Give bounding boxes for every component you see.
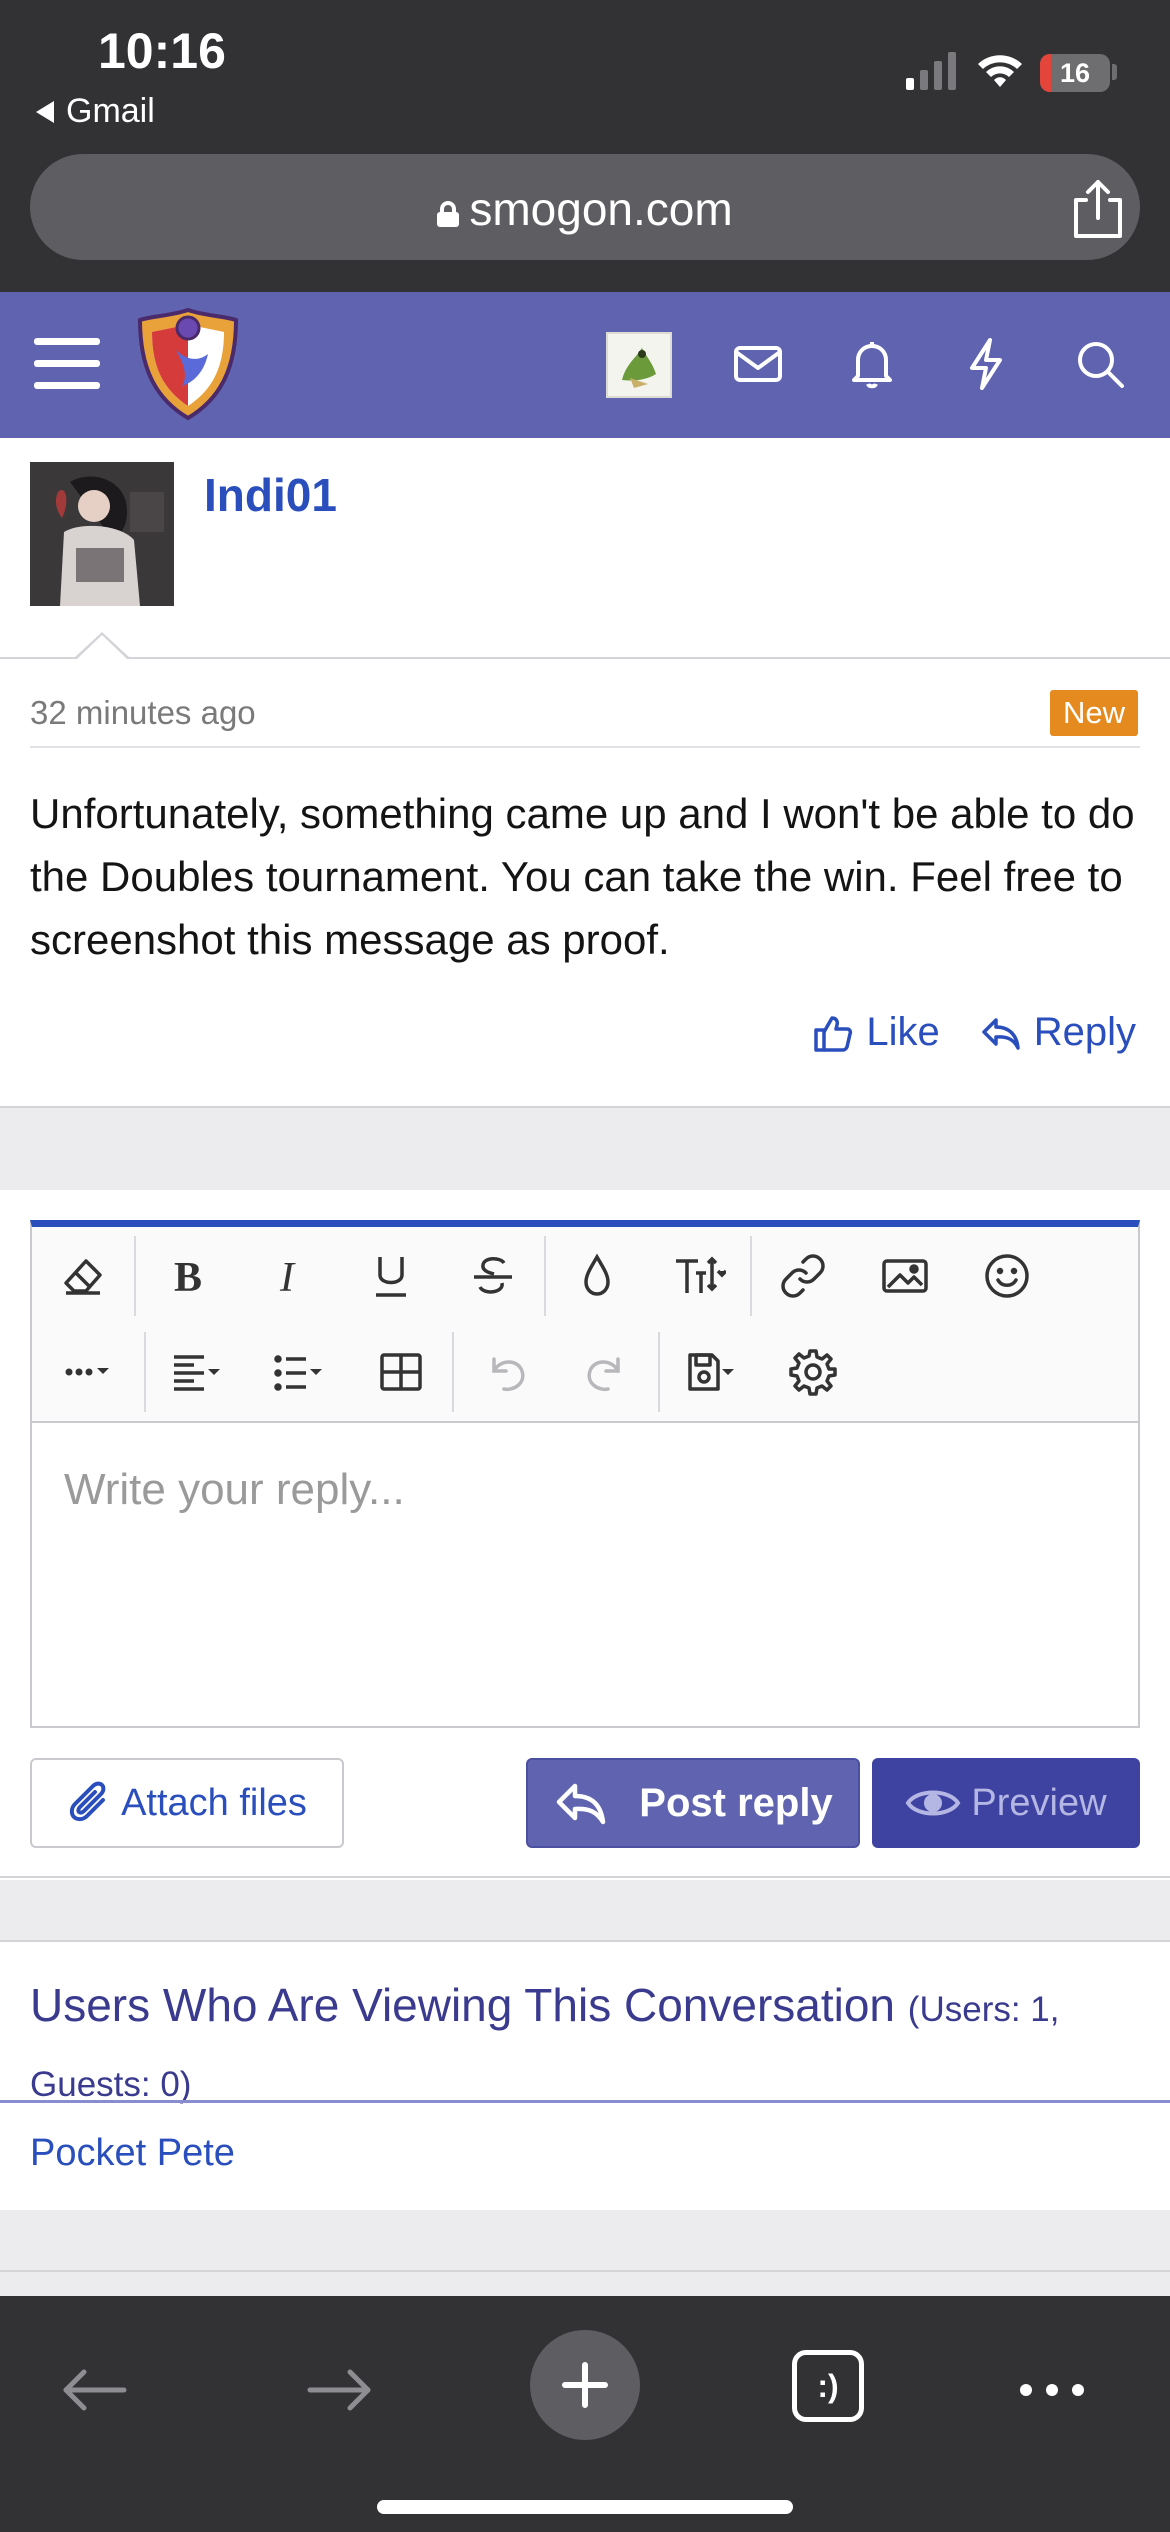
svg-text:B: B [174, 1255, 202, 1301]
toolbar-row-2 [32, 1325, 864, 1419]
hamburger-menu-icon[interactable] [34, 334, 100, 392]
emoji-icon[interactable] [956, 1229, 1058, 1323]
link-icon[interactable] [752, 1229, 854, 1323]
status-bar: 10:16 Gmail 16 [0, 0, 1170, 150]
italic-icon[interactable]: I [238, 1229, 340, 1323]
redo-icon[interactable] [556, 1325, 658, 1419]
like-button[interactable]: Like [812, 1010, 940, 1055]
author-avatar-image [30, 462, 174, 606]
author-divider [0, 657, 1170, 659]
battery-indicator: 16 [1040, 54, 1110, 92]
rich-text-editor: B I Write your reply... [30, 1220, 1140, 1728]
reply-label: Reply [1033, 1010, 1136, 1054]
reply-button[interactable]: Reply [980, 1010, 1136, 1055]
forward-arrow-icon[interactable] [290, 2340, 390, 2440]
browser-url-area: smogon.com [0, 150, 1170, 292]
battery-nub [1112, 64, 1117, 80]
cellular-signal-icon [906, 52, 956, 90]
section-spacer [0, 1108, 1170, 1190]
strikethrough-icon[interactable] [442, 1229, 544, 1323]
bold-icon[interactable]: B [136, 1229, 238, 1323]
preview-button[interactable]: Preview [872, 1758, 1140, 1848]
reply-bottom-divider [0, 1876, 1170, 1878]
like-label: Like [866, 1010, 940, 1054]
reply-arrow-icon [557, 1783, 606, 1825]
image-icon[interactable] [854, 1229, 956, 1323]
table-icon[interactable] [350, 1325, 452, 1419]
viewer-link[interactable]: Pocket Pete [30, 2132, 235, 2175]
search-icon[interactable] [1070, 334, 1130, 394]
toolbar-row-1: B I [32, 1229, 1058, 1323]
svg-text:I: I [279, 1255, 296, 1301]
reply-text-area[interactable]: Write your reply... [32, 1423, 1138, 1723]
attach-files-label: Attach files [121, 1781, 307, 1824]
message-timestamp[interactable]: 32 minutes ago [30, 694, 256, 732]
reply-arrow-icon [981, 1017, 1020, 1050]
thumbs-up-icon [814, 1015, 853, 1052]
battery-level: 16 [1059, 58, 1091, 88]
footer-divider [0, 2270, 1170, 2272]
new-badge: New [1050, 690, 1138, 736]
url-text: smogon.com [469, 183, 733, 235]
paperclip-icon [69, 1781, 106, 1822]
preview-label: Preview [971, 1781, 1107, 1824]
section-spacer [0, 1880, 1170, 1940]
tabs-icon[interactable]: :) [792, 2350, 864, 2422]
message-body: 32 minutes ago New Unfortunately, someth… [0, 660, 1170, 1108]
message-text: Unfortunately, something came up and I w… [30, 790, 1135, 963]
plus-icon[interactable] [530, 2330, 640, 2440]
viewers-divider [0, 2100, 1170, 2103]
url-display[interactable]: smogon.com [30, 182, 1140, 236]
font-size-icon[interactable] [648, 1229, 750, 1323]
eraser-icon[interactable] [32, 1229, 134, 1323]
section-spacer [0, 2210, 1170, 2296]
share-icon[interactable] [1068, 178, 1128, 240]
lock-icon [437, 201, 460, 227]
back-arrow-icon[interactable] [44, 2340, 144, 2440]
back-triangle-icon [36, 100, 54, 123]
browser-toolbar: :) [0, 2296, 1170, 2532]
avatar-sprite-icon [622, 348, 656, 388]
undo-icon[interactable] [454, 1325, 556, 1419]
align-icon[interactable] [146, 1325, 248, 1419]
status-time: 10:16 [98, 23, 226, 79]
eye-icon [906, 1790, 961, 1816]
viewers-block: Users Who Are Viewing This Conversation … [0, 1940, 1170, 2212]
list-icon[interactable] [248, 1325, 350, 1419]
site-header [0, 292, 1170, 438]
author-username[interactable]: Indi01 [204, 468, 337, 522]
message-actions: Like Reply [812, 1010, 1136, 1055]
attach-files-button[interactable]: Attach files [30, 1758, 344, 1848]
home-indicator[interactable] [377, 2500, 793, 2514]
viewers-heading: Users Who Are Viewing This Conversation … [30, 1970, 1140, 2120]
wifi-icon [978, 55, 1022, 87]
text-color-icon[interactable] [546, 1229, 648, 1323]
author-pointer-inner [77, 635, 127, 659]
url-bar[interactable]: smogon.com [30, 154, 1140, 260]
quick-reply: B I Write your reply... Attach files Pos… [0, 1190, 1170, 1878]
timestamp-divider [30, 746, 1140, 748]
drafts-icon[interactable] [660, 1325, 762, 1419]
back-to-app-link[interactable]: Gmail [36, 92, 155, 131]
bolt-icon[interactable] [956, 334, 1016, 394]
bell-icon[interactable] [842, 334, 902, 394]
message-author-block: Indi01 [0, 438, 1170, 659]
user-avatar[interactable] [606, 332, 672, 398]
underline-icon[interactable] [340, 1229, 442, 1323]
viewers-title: Users Who Are Viewing This Conversation [30, 1979, 896, 2031]
post-reply-button[interactable]: Post reply [526, 1758, 860, 1848]
back-app-label: Gmail [66, 92, 155, 130]
smogon-logo[interactable] [136, 306, 240, 422]
reply-placeholder: Write your reply... [64, 1465, 405, 1514]
settings-icon[interactable] [762, 1325, 864, 1419]
more-icon[interactable] [1002, 2340, 1102, 2440]
editor-toolbar: B I [32, 1227, 1138, 1423]
more-options-icon[interactable] [32, 1325, 144, 1419]
author-avatar[interactable] [30, 462, 174, 606]
post-reply-label: Post reply [639, 1780, 833, 1825]
tabs-label: :) [817, 2367, 839, 2404]
mail-icon[interactable] [728, 334, 788, 394]
